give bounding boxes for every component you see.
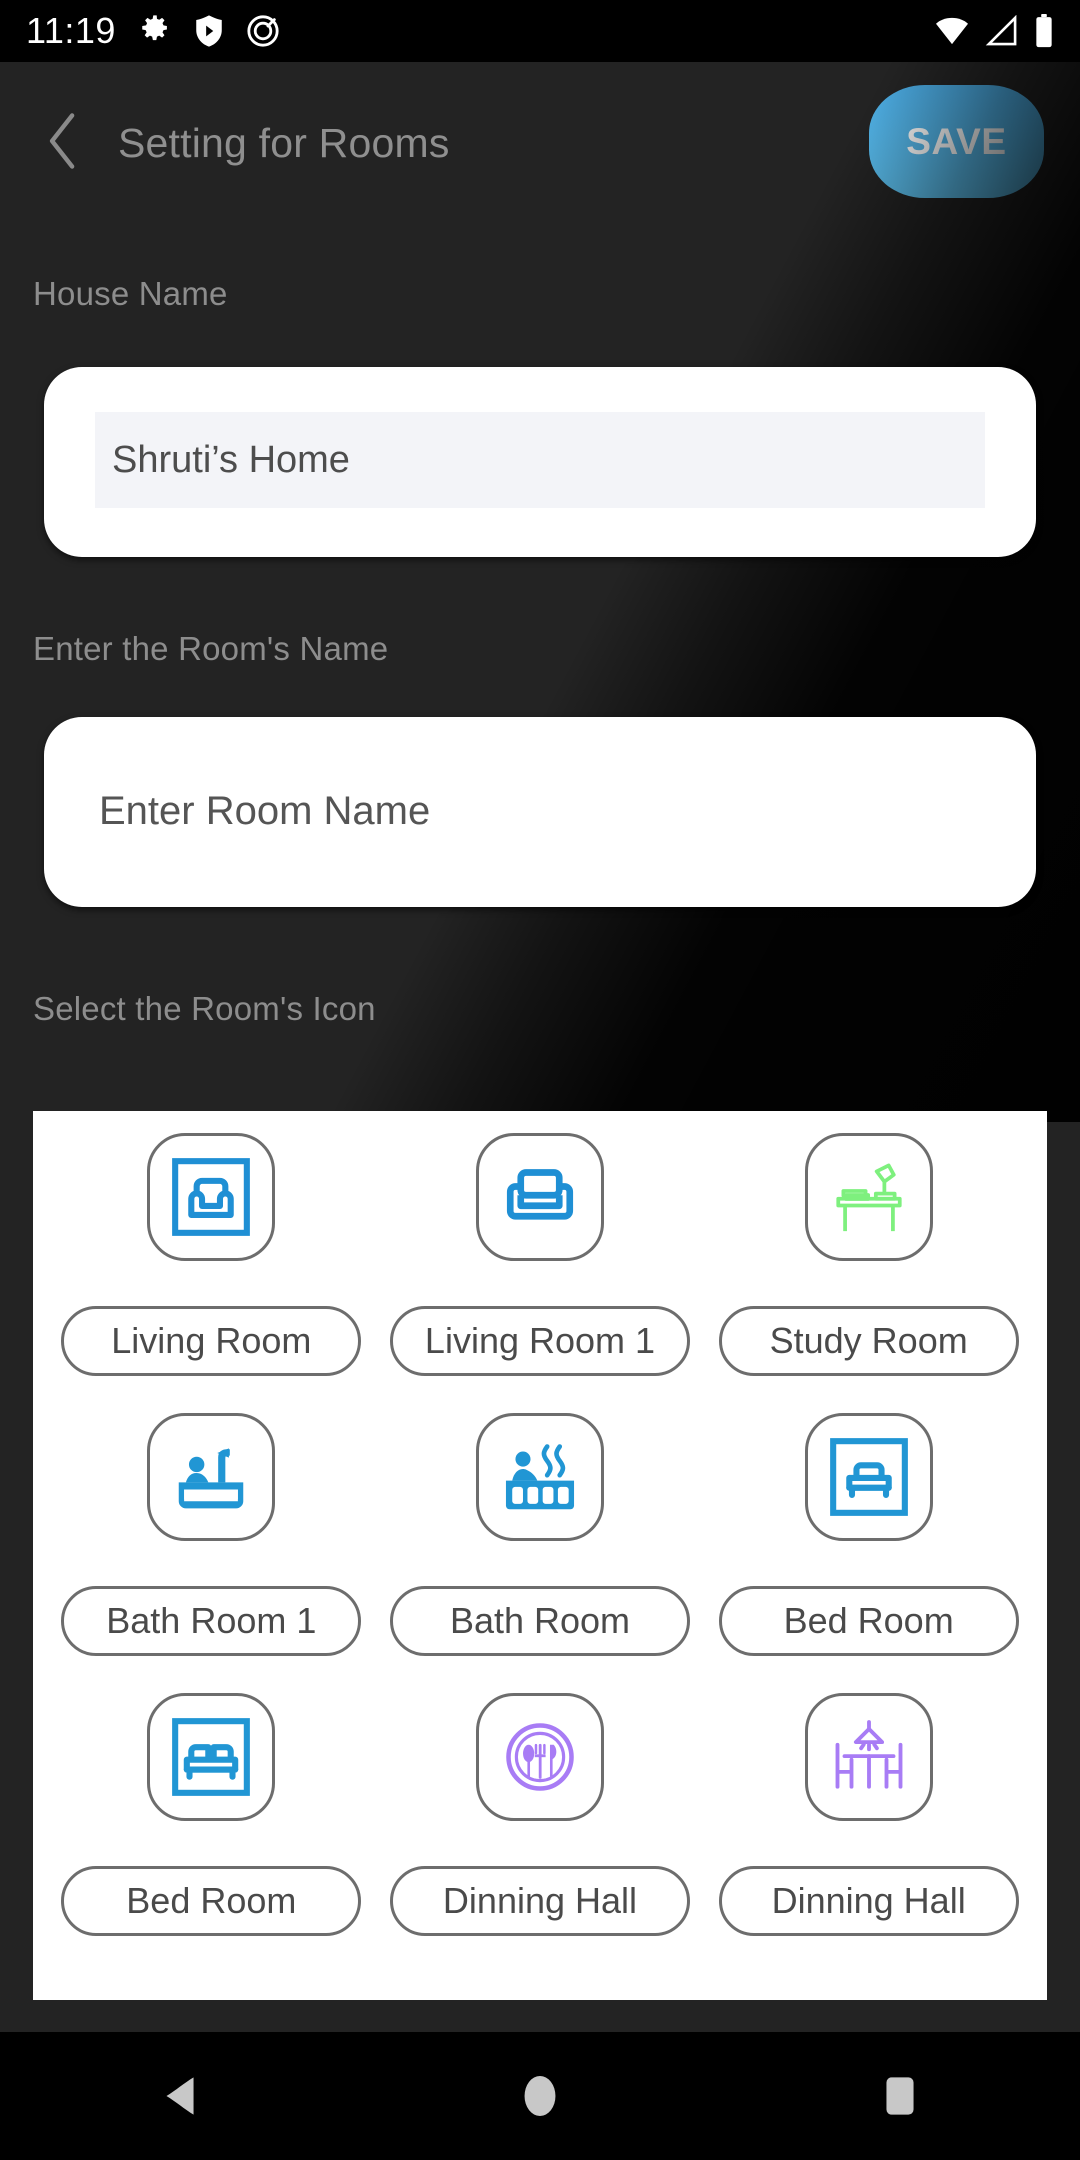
save-button[interactable]: SAVE bbox=[869, 85, 1044, 198]
house-name-field[interactable]: Shruti’s Home bbox=[95, 412, 985, 508]
room-icon-tile[interactable] bbox=[475, 1693, 604, 1821]
android-nav-bar bbox=[0, 2032, 1080, 2160]
icon-cell: Bath Room bbox=[376, 1413, 705, 1693]
status-time: 11:19 bbox=[26, 10, 116, 51]
room-icon-label[interactable]: Dinning Hall bbox=[389, 1866, 690, 1936]
chevron-left-icon bbox=[49, 113, 75, 169]
status-bar: 11:19 bbox=[0, 0, 1080, 62]
room-icon-label[interactable]: Dinning Hall bbox=[718, 1866, 1019, 1936]
room-name-card[interactable] bbox=[44, 717, 1036, 907]
status-bar-right bbox=[934, 14, 1054, 48]
house-name-label: House Name bbox=[33, 275, 228, 312]
room-icon-tile[interactable] bbox=[804, 1133, 933, 1261]
signal-icon bbox=[985, 15, 1017, 46]
room-icon-tile[interactable] bbox=[147, 1693, 276, 1821]
room-icon-label[interactable]: Living Room bbox=[61, 1306, 362, 1376]
room-name-input[interactable] bbox=[99, 765, 979, 857]
room-icon-tile[interactable] bbox=[804, 1413, 933, 1541]
room-icon-label[interactable]: Bath Room bbox=[389, 1586, 690, 1656]
app-bar: Setting for Rooms SAVE bbox=[0, 62, 1080, 220]
dining-table-icon bbox=[835, 1720, 903, 1789]
battery-icon bbox=[1036, 14, 1052, 48]
page-title: Setting for Rooms bbox=[118, 120, 450, 166]
sofa-icon bbox=[506, 1169, 574, 1220]
back-button[interactable] bbox=[24, 102, 102, 180]
icon-cell: Living Room 1 bbox=[376, 1133, 705, 1413]
nav-home-button[interactable] bbox=[465, 2032, 615, 2160]
double-bed-framed-icon bbox=[172, 1718, 251, 1796]
room-icon-label[interactable]: Living Room 1 bbox=[389, 1306, 690, 1376]
icon-grid: Living Room Living Room 1 Study Room Bat… bbox=[33, 1111, 1047, 1973]
icon-cell: Bath Room 1 bbox=[47, 1413, 376, 1693]
wifi-icon bbox=[936, 17, 968, 45]
nav-recents-button[interactable] bbox=[825, 2032, 975, 2160]
room-icon-label[interactable]: Bath Room 1 bbox=[61, 1586, 362, 1656]
status-bar-left: 11:19 bbox=[26, 10, 280, 52]
circle-slash-icon bbox=[247, 15, 279, 47]
room-name-label: Enter the Room's Name bbox=[33, 630, 389, 667]
plate-cutlery-icon bbox=[506, 1723, 574, 1791]
bathtub-person-icon bbox=[179, 1448, 244, 1509]
icon-cell: Bed Room bbox=[47, 1693, 376, 1973]
hot-spring-icon bbox=[505, 1444, 575, 1510]
icon-cell: Bed Room bbox=[704, 1413, 1033, 1693]
play-shield-icon bbox=[196, 15, 222, 47]
room-icon-label[interactable]: Study Room bbox=[718, 1306, 1019, 1376]
room-icon-tile[interactable] bbox=[804, 1693, 933, 1821]
background-gradient-overlay bbox=[0, 62, 1080, 1122]
desk-lamp-icon bbox=[836, 1163, 902, 1232]
room-icon-tile[interactable] bbox=[147, 1413, 276, 1541]
icon-section-label: Select the Room's Icon bbox=[33, 990, 376, 1027]
icon-cell: Dinning Hall bbox=[376, 1693, 705, 1973]
room-icon-tile[interactable] bbox=[475, 1133, 604, 1261]
bed-framed-icon bbox=[829, 1438, 908, 1516]
circle-home-icon bbox=[524, 2076, 556, 2116]
armchair-framed-icon bbox=[172, 1158, 251, 1236]
nav-back-button[interactable] bbox=[105, 2032, 255, 2160]
phone-screen: 11:19 Setting for Rooms SAVE House Name … bbox=[0, 0, 1080, 2160]
square-recents-icon bbox=[886, 2077, 914, 2115]
icon-picker-panel: Living Room Living Room 1 Study Room Bat… bbox=[33, 1111, 1047, 2000]
room-icon-tile[interactable] bbox=[147, 1133, 276, 1261]
room-icon-tile[interactable] bbox=[475, 1413, 604, 1541]
room-icon-label[interactable]: Bed Room bbox=[718, 1586, 1019, 1656]
icon-cell: Study Room bbox=[704, 1133, 1033, 1413]
triangle-back-icon bbox=[166, 2077, 194, 2115]
icon-cell: Dinning Hall bbox=[704, 1693, 1033, 1973]
house-name-card[interactable]: Shruti’s Home bbox=[44, 367, 1036, 557]
room-icon-label[interactable]: Bed Room bbox=[61, 1866, 362, 1936]
icon-cell: Living Room bbox=[47, 1133, 376, 1413]
gear-icon bbox=[142, 15, 167, 41]
